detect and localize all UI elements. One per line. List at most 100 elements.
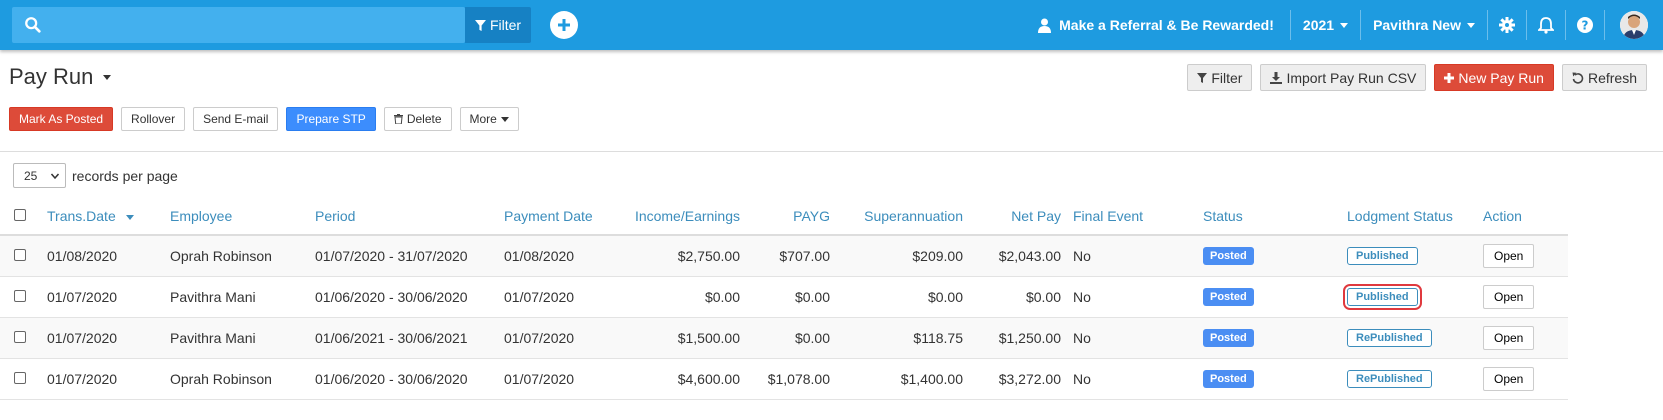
- page-size-value: 25: [24, 168, 38, 183]
- download-icon: [1270, 71, 1283, 84]
- more-dropdown[interactable]: More: [459, 107, 519, 131]
- settings-button[interactable]: [1488, 17, 1526, 33]
- col-net-pay[interactable]: Net Pay: [969, 198, 1067, 236]
- cell-period: 01/07/2020 - 31/07/2020: [309, 235, 498, 277]
- avatar-button[interactable]: [1605, 11, 1663, 39]
- more-label: More: [469, 112, 497, 126]
- cell-period: 01/06/2020 - 30/06/2020: [309, 276, 498, 318]
- refresh-button[interactable]: Refresh: [1561, 64, 1647, 91]
- filter-icon: [474, 19, 486, 31]
- user-icon: [1038, 18, 1052, 33]
- cell-period: 01/06/2021 - 30/06/2021: [309, 317, 498, 359]
- table-row: 01/07/2020 Oprah Robinson 01/06/2020 - 3…: [0, 358, 1568, 400]
- open-button[interactable]: Open: [1483, 243, 1535, 268]
- cell-trans-date: 01/08/2020: [41, 235, 164, 277]
- lodgment-badge[interactable]: Published: [1347, 247, 1418, 266]
- col-period[interactable]: Period: [309, 198, 498, 236]
- table-header-row: Trans.Date Employee Period Payment Date …: [0, 198, 1568, 236]
- notifications-button[interactable]: [1527, 16, 1565, 34]
- filter-icon: [1197, 72, 1208, 83]
- delete-label: Delete: [406, 112, 442, 126]
- delete-button[interactable]: Delete: [383, 107, 452, 131]
- chevron-down-icon: [500, 116, 509, 122]
- page-size-select[interactable]: 25: [13, 163, 66, 188]
- col-employee[interactable]: Employee: [164, 198, 309, 236]
- user-name: Pavithra New: [1373, 17, 1461, 33]
- cell-super: $209.00: [836, 235, 969, 277]
- col-lodgment[interactable]: Lodgment Status: [1333, 198, 1471, 236]
- lodgment-cell: RePublished: [1333, 317, 1471, 359]
- open-button[interactable]: Open: [1483, 284, 1535, 309]
- page-title-dropdown[interactable]: Pay Run: [9, 64, 112, 90]
- cell-income: $0.00: [624, 276, 746, 318]
- cell-final-event: No: [1067, 235, 1183, 277]
- cell-income: $1,500.00: [624, 317, 746, 359]
- new-pay-run-label: New Pay Run: [1458, 69, 1544, 86]
- status-cell: Posted: [1183, 276, 1333, 318]
- plus-circle-icon: [558, 19, 570, 31]
- prepare-stp-button[interactable]: Prepare STP: [286, 107, 376, 131]
- search-icon: [25, 17, 41, 33]
- row-checkbox[interactable]: [14, 371, 26, 384]
- row-checkbox[interactable]: [14, 248, 26, 261]
- year-label: 2021: [1302, 17, 1335, 33]
- records-per-page: 25 records per page: [13, 163, 178, 188]
- row-checkbox[interactable]: [14, 330, 26, 343]
- referral-link[interactable]: Make a Referral & Be Rewarded!: [1038, 17, 1290, 33]
- cell-payment-date: 01/07/2020: [498, 358, 624, 400]
- action-cell: Open: [1471, 276, 1568, 318]
- col-trans-date[interactable]: Trans.Date: [41, 198, 164, 236]
- mark-as-posted-button[interactable]: Mark As Posted: [9, 107, 114, 131]
- table-row: 01/08/2020 Oprah Robinson 01/07/2020 - 3…: [0, 235, 1568, 277]
- chevron-down-icon: [51, 173, 59, 179]
- year-dropdown[interactable]: 2021: [1291, 17, 1360, 33]
- action-cell: Open: [1471, 358, 1568, 400]
- col-action: Action: [1471, 198, 1568, 236]
- cell-super: $118.75: [836, 317, 969, 359]
- refresh-icon: [1572, 72, 1584, 84]
- search-box[interactable]: [12, 7, 465, 43]
- col-payg[interactable]: PAYG: [746, 198, 836, 236]
- lodgment-badge-highlighted[interactable]: Published: [1343, 284, 1422, 310]
- status-cell: Posted: [1183, 358, 1333, 400]
- lodgment-cell: Published: [1333, 276, 1471, 318]
- col-status[interactable]: Status: [1183, 198, 1333, 236]
- refresh-label: Refresh: [1587, 69, 1637, 86]
- status-cell: Posted: [1183, 235, 1333, 277]
- filter-button[interactable]: Filter: [1187, 64, 1253, 91]
- add-button[interactable]: [550, 11, 578, 39]
- col-final-event[interactable]: Final Event: [1067, 198, 1183, 236]
- search-input[interactable]: [52, 13, 452, 37]
- help-icon: ?: [1577, 17, 1593, 33]
- col-payment-date[interactable]: Payment Date: [498, 198, 624, 236]
- cell-trans-date: 01/07/2020: [41, 276, 164, 318]
- open-button[interactable]: Open: [1483, 366, 1535, 391]
- cell-trans-date: 01/07/2020: [41, 358, 164, 400]
- page-title: Pay Run: [9, 64, 94, 89]
- help-button[interactable]: ?: [1566, 17, 1604, 33]
- top-filter-button[interactable]: Filter: [465, 7, 531, 43]
- lodgment-badge[interactable]: RePublished: [1347, 370, 1432, 388]
- row-checkbox[interactable]: [14, 289, 26, 302]
- header-actions: Filter Import Pay Run CSV New Pay Run Re…: [1187, 64, 1647, 91]
- table-row: 01/07/2020 Pavithra Mani 01/06/2020 - 30…: [0, 276, 1568, 318]
- row-select-cell: [0, 358, 41, 400]
- cell-payg: $1,078.00: [746, 358, 836, 400]
- col-income[interactable]: Income/Earnings: [624, 198, 746, 236]
- cell-payg: $707.00: [746, 235, 836, 277]
- lodgment-badge[interactable]: RePublished: [1347, 329, 1432, 347]
- user-dropdown[interactable]: Pavithra New: [1361, 17, 1487, 33]
- select-all-checkbox[interactable]: [14, 209, 26, 221]
- import-csv-button[interactable]: Import Pay Run CSV: [1260, 64, 1427, 91]
- rollover-button[interactable]: Rollover: [121, 107, 186, 131]
- svg-text:?: ?: [1582, 19, 1589, 33]
- chevron-down-icon: [103, 74, 112, 80]
- new-pay-run-button[interactable]: New Pay Run: [1434, 64, 1554, 91]
- cell-payment-date: 01/08/2020: [498, 235, 624, 277]
- col-super[interactable]: Superannuation: [836, 198, 969, 236]
- sort-desc-icon: [125, 214, 134, 220]
- open-button[interactable]: Open: [1483, 325, 1535, 350]
- cell-net-pay: $1,250.00: [969, 317, 1067, 359]
- row-select-cell: [0, 276, 41, 318]
- send-email-button[interactable]: Send E-mail: [193, 107, 279, 131]
